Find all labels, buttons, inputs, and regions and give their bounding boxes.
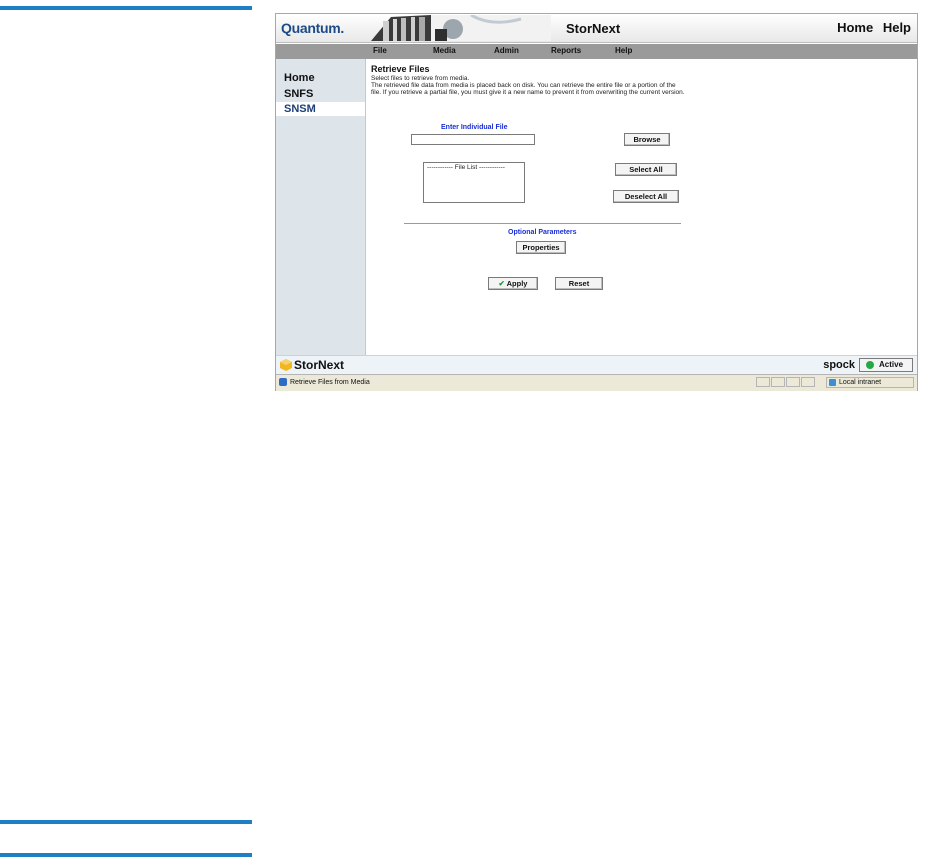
sidebar: Home SNFS SNSM <box>276 59 366 364</box>
menu-help[interactable]: Help <box>615 46 632 55</box>
properties-button[interactable]: Properties <box>516 241 566 254</box>
menu-media[interactable]: Media <box>433 46 456 55</box>
status-cell-3 <box>786 377 800 387</box>
menu-reports[interactable]: Reports <box>551 46 581 55</box>
bottom-decorative-rule-2 <box>0 853 252 857</box>
sidebar-item-snsm[interactable]: SNSM <box>284 103 316 115</box>
app-footer: StorNext spock Active <box>276 355 917 374</box>
individual-file-input[interactable] <box>411 134 535 145</box>
app-title: StorNext <box>566 21 621 36</box>
stornext-logo-icon <box>280 359 292 371</box>
app-header: Quantum. StorNext Home Help <box>276 14 917 43</box>
intranet-icon <box>829 379 836 386</box>
status-label: Active <box>879 360 904 369</box>
page-description: Select files to retrieve from media. The… <box>371 75 911 96</box>
description-line-3: file. If you retrieve a partial file, yo… <box>371 89 685 96</box>
deselect-all-button[interactable]: Deselect All <box>613 190 679 203</box>
sidebar-item-home[interactable]: Home <box>284 72 315 84</box>
help-link[interactable]: Help <box>883 20 911 35</box>
zone-label: Local intranet <box>839 379 882 386</box>
menu-file[interactable]: File <box>373 46 387 55</box>
browser-status-bar: Retrieve Files from Media Local intranet <box>276 374 917 391</box>
logo-dot: . <box>340 20 344 36</box>
footer-brand: StorNext <box>294 358 345 372</box>
description-line-2: The retrieved file data from media is pl… <box>371 82 676 89</box>
logo-text: Quantum <box>281 20 341 36</box>
menu-admin[interactable]: Admin <box>494 46 519 55</box>
browse-button[interactable]: Browse <box>624 133 670 146</box>
security-zone: Local intranet <box>826 377 914 388</box>
status-cell-1 <box>756 377 770 387</box>
file-list-placeholder: ------------ File List ------------ <box>427 164 505 171</box>
apply-label: Apply <box>506 279 528 288</box>
menu-bar: File Media Admin Reports Help <box>276 44 917 59</box>
status-badge[interactable]: Active <box>859 358 913 372</box>
page-title: Retrieve Files <box>371 64 430 74</box>
status-bar-text: Retrieve Files from Media <box>290 379 370 386</box>
main-content: Retrieve Files Select files to retrieve … <box>371 64 911 96</box>
apply-button[interactable]: ✔ Apply <box>488 277 538 290</box>
quantum-logo: Quantum. <box>281 20 344 36</box>
checkmark-icon: ✔ <box>498 279 505 288</box>
browser-window: Quantum. StorNext Home Help File Media A… <box>275 13 918 391</box>
footer-hostname: spock <box>823 359 855 371</box>
sidebar-item-snfs[interactable]: SNFS <box>284 88 313 100</box>
file-list-box[interactable]: ------------ File List ------------ <box>423 162 525 203</box>
reset-button[interactable]: Reset <box>555 277 603 290</box>
home-link[interactable]: Home <box>837 20 873 35</box>
description-line-1: Select files to retrieve from media. <box>371 75 470 82</box>
page-icon <box>279 378 287 386</box>
bottom-decorative-rule-1 <box>0 820 252 824</box>
status-cell-2 <box>771 377 785 387</box>
top-decorative-rule <box>0 6 252 10</box>
header-banner-graphic <box>371 15 551 41</box>
status-cell-4 <box>801 377 815 387</box>
section-divider <box>404 223 681 224</box>
select-all-button[interactable]: Select All <box>615 163 677 176</box>
status-active-icon <box>866 361 874 369</box>
enter-individual-file-label: Enter Individual File <box>441 124 508 131</box>
optional-parameters-label: Optional Parameters <box>508 229 577 236</box>
top-links: Home Help <box>831 20 911 35</box>
